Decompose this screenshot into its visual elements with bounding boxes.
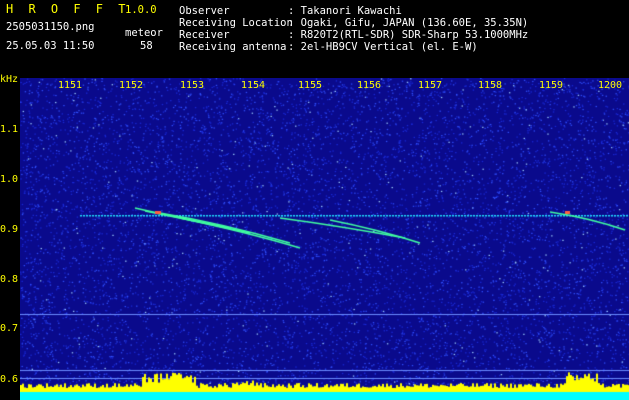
version-label: 1.0.0: [125, 4, 157, 16]
x-tick-1154: 1154: [241, 80, 266, 91]
datetime-label: 25.05.03 11:50: [6, 40, 95, 52]
x-tick-1157: 1157: [418, 80, 443, 91]
x-tick-1200: 1200: [598, 80, 623, 91]
x-tick-1155: 1155: [298, 80, 323, 91]
y-axis-unit: kHz: [0, 74, 19, 85]
y-tick-0-6: 0.6: [0, 374, 19, 385]
antenna-value: : 2el-HB9CV Vertical (el. E-W): [288, 41, 478, 53]
x-tick-1159: 1159: [539, 80, 564, 91]
filename-label: 2505031150.png: [6, 21, 95, 33]
x-tick-1153: 1153: [180, 80, 205, 91]
meteor-count: 58: [140, 40, 153, 52]
y-tick-1-0: 1.0: [0, 174, 19, 185]
y-tick-1-1: 1.1: [0, 124, 19, 135]
antenna-key: Receiving antenna: [179, 41, 287, 53]
y-tick-0-7: 0.7: [0, 323, 19, 334]
x-tick-1151: 1151: [58, 80, 83, 91]
x-tick-1152: 1152: [119, 80, 144, 91]
x-tick-1156: 1156: [357, 80, 382, 91]
y-tick-0-8: 0.8: [0, 274, 19, 285]
meteor-label: meteor: [125, 27, 163, 39]
y-tick-0-9: 0.9: [0, 224, 19, 235]
app-title: H R O F F T: [6, 2, 130, 16]
x-tick-1158: 1158: [478, 80, 503, 91]
spectrogram-canvas: [20, 78, 629, 400]
